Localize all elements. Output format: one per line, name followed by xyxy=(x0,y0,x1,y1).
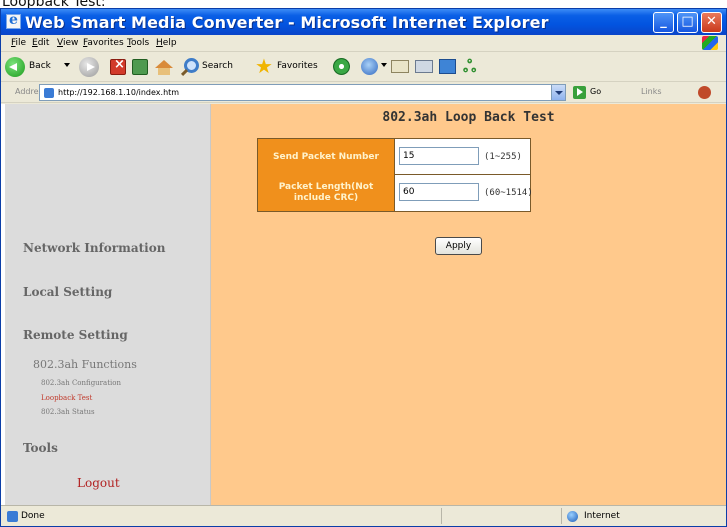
title-bar: Web Smart Media Converter - Microsoft In… xyxy=(1,9,726,35)
address-input[interactable]: http://192.168.1.10/index.htm xyxy=(39,84,566,101)
toolbar: Back Search ★ Favorites ஃ xyxy=(1,52,726,82)
windows-flag-icon xyxy=(702,36,718,50)
sidebar-item-network-information[interactable]: Network Information xyxy=(23,241,165,255)
form-row-send-packet: Send Packet Number (1~255) xyxy=(258,139,530,175)
sidebar-item-802-3ah-configuration[interactable]: 802.3ah Configuration xyxy=(41,379,121,387)
favorites-star-icon[interactable]: ★ xyxy=(255,56,273,76)
menu-tools[interactable]: Tools xyxy=(127,38,149,48)
sidebar-item-tools[interactable]: Tools xyxy=(23,441,58,455)
refresh-icon[interactable] xyxy=(132,59,148,75)
status-text: Done xyxy=(21,511,45,521)
extension-icon[interactable] xyxy=(698,86,711,99)
forward-arrow-icon[interactable] xyxy=(79,57,99,77)
status-divider xyxy=(441,508,442,524)
minimize-button[interactable]: _ xyxy=(653,12,674,33)
links-button[interactable]: Links xyxy=(641,87,662,96)
sidebar-item-802-3ah-status[interactable]: 802.3ah Status xyxy=(41,408,95,416)
menu-help[interactable]: Help xyxy=(156,38,177,48)
sidebar-item-loopback-test[interactable]: Loopback Test xyxy=(41,394,92,402)
status-divider xyxy=(561,508,562,524)
mail-icon[interactable] xyxy=(391,60,409,73)
menu-file[interactable]: File xyxy=(11,38,26,48)
home-icon[interactable] xyxy=(155,60,173,75)
page-content: Network Information Local Setting Remote… xyxy=(1,104,726,505)
sidebar-item-local-setting[interactable]: Local Setting xyxy=(23,285,112,299)
packet-length-input[interactable] xyxy=(399,183,479,201)
menu-edit[interactable]: Edit xyxy=(32,38,49,48)
internet-globe-icon xyxy=(567,511,578,522)
packet-length-label: Packet Length(Not include CRC) xyxy=(258,175,395,211)
menu-bar: File Edit View Favorites Tools Help xyxy=(1,35,726,52)
edit-icon[interactable] xyxy=(439,59,456,74)
media-icon[interactable] xyxy=(333,58,350,75)
maximize-button[interactable]: □ xyxy=(677,12,698,33)
back-arrow-icon[interactable] xyxy=(5,57,25,77)
ie-app-icon xyxy=(6,12,21,29)
page-title: 802.3ah Loop Back Test xyxy=(382,110,555,125)
form-row-packet-length: Packet Length(Not include CRC) (60~1514) xyxy=(258,175,533,211)
caption-text: Loopback Test: xyxy=(2,0,106,8)
back-dropdown-icon[interactable] xyxy=(64,63,70,67)
search-icon[interactable] xyxy=(184,58,199,73)
apply-button[interactable]: Apply xyxy=(435,237,482,255)
logout-link[interactable]: Logout xyxy=(77,476,120,490)
history-dropdown-icon[interactable] xyxy=(381,63,387,67)
close-button[interactable]: ✕ xyxy=(701,12,722,33)
address-dropdown-icon[interactable] xyxy=(551,85,565,100)
page-icon xyxy=(44,88,54,98)
messenger-icon[interactable]: ஃ xyxy=(463,58,476,78)
history-icon[interactable] xyxy=(361,58,378,75)
status-bar: Done Internet xyxy=(1,505,726,526)
menu-favorites[interactable]: Favorites xyxy=(83,38,124,48)
search-button-label[interactable]: Search xyxy=(202,61,233,71)
back-button-label[interactable]: Back xyxy=(29,61,51,71)
sidebar-item-remote-setting[interactable]: Remote Setting xyxy=(23,328,128,342)
window-title: Web Smart Media Converter - Microsoft In… xyxy=(25,13,549,32)
go-arrow-icon[interactable] xyxy=(573,86,586,99)
security-zone-text: Internet xyxy=(584,511,620,521)
address-url[interactable]: http://192.168.1.10/index.htm xyxy=(58,88,179,97)
address-bar: Address http://192.168.1.10/index.htm Go… xyxy=(1,82,726,103)
browser-window: Web Smart Media Converter - Microsoft In… xyxy=(0,8,727,527)
send-packet-input[interactable] xyxy=(399,147,479,165)
menu-view[interactable]: View xyxy=(57,38,78,48)
print-icon[interactable] xyxy=(415,60,433,73)
send-packet-range: (1~255) xyxy=(484,152,522,162)
send-packet-label: Send Packet Number xyxy=(258,139,395,175)
favorites-button-label[interactable]: Favorites xyxy=(277,61,318,71)
sidebar-item-802-3ah-functions[interactable]: 802.3ah Functions xyxy=(33,358,137,371)
packet-length-range: (60~1514) xyxy=(484,188,533,198)
page-done-icon xyxy=(7,511,18,522)
loopback-form-table: Send Packet Number (1~255) Packet Length… xyxy=(257,138,533,212)
sidebar: Network Information Local Setting Remote… xyxy=(5,104,211,505)
stop-icon[interactable] xyxy=(110,57,126,75)
go-button[interactable]: Go xyxy=(590,87,601,96)
main-panel: 802.3ah Loop Back Test Send Packet Numbe… xyxy=(211,104,726,505)
